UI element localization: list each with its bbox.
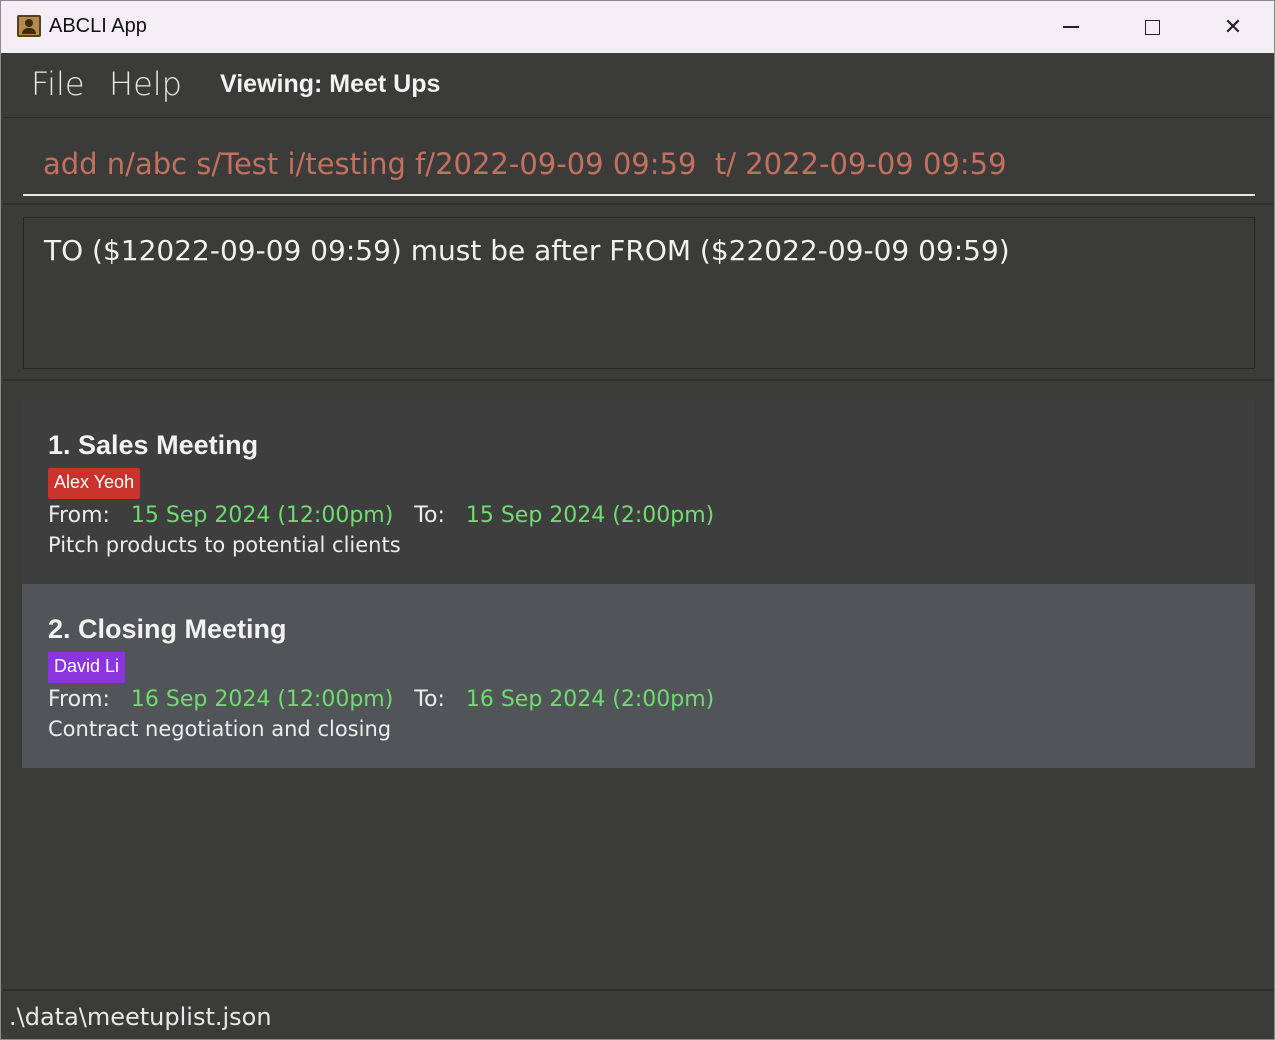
- meetup-title: 1. Sales Meeting: [48, 430, 259, 460]
- person-tag: David Li: [48, 652, 126, 683]
- meetup-list[interactable]: 1. Sales Meeting Alex Yeoh From: 15 Sep …: [3, 383, 1273, 987]
- maximize-button[interactable]: [1112, 1, 1192, 53]
- meetup-description: Pitch products to potential clients: [48, 533, 401, 557]
- person-tag: Alex Yeoh: [48, 468, 141, 499]
- from-value: 15 Sep 2024 (12:00pm): [130, 503, 394, 528]
- to-label: To:: [414, 503, 445, 528]
- menu-file[interactable]: File: [31, 65, 85, 103]
- app-window: ABCLI App ✕ File Help Viewing: Meet Ups …: [0, 0, 1275, 1040]
- result-display-panel: TO ($12022-09-09 09:59) must be after FR…: [3, 207, 1273, 381]
- to-value: 16 Sep 2024 (2:00pm): [465, 687, 715, 712]
- minimize-icon: [1063, 26, 1079, 28]
- viewing-label: Viewing: Meet Ups: [220, 70, 441, 98]
- close-button[interactable]: ✕: [1193, 1, 1273, 53]
- meetup-time-row: From: 16 Sep 2024 (12:00pm) To: 16 Sep 2…: [48, 687, 714, 712]
- from-label: From:: [48, 687, 110, 712]
- menu-bar: File Help Viewing: Meet Ups: [3, 53, 1273, 116]
- command-box: [3, 117, 1273, 205]
- to-value: 15 Sep 2024 (2:00pm): [465, 503, 715, 528]
- menu-help[interactable]: Help: [109, 65, 182, 103]
- status-bar: .\data\meetuplist.json: [3, 989, 1273, 1039]
- meetup-card[interactable]: 2. Closing Meeting David Li From: 16 Sep…: [22, 584, 1255, 768]
- meetup-card[interactable]: 1. Sales Meeting Alex Yeoh From: 15 Sep …: [22, 400, 1255, 584]
- title-bar[interactable]: ABCLI App ✕: [1, 1, 1274, 53]
- result-display[interactable]: TO ($12022-09-09 09:59) must be after FR…: [23, 217, 1255, 369]
- to-label: To:: [414, 687, 445, 712]
- from-value: 16 Sep 2024 (12:00pm): [130, 687, 394, 712]
- from-label: From:: [48, 503, 110, 528]
- command-input[interactable]: [23, 134, 1255, 196]
- file-path: .\data\meetuplist.json: [9, 1003, 272, 1031]
- app-contacts-icon: [17, 15, 41, 37]
- minimize-button[interactable]: [1031, 1, 1111, 53]
- close-icon: ✕: [1223, 14, 1243, 39]
- result-message: TO ($12022-09-09 09:59) must be after FR…: [44, 234, 1010, 267]
- maximize-icon: [1144, 19, 1160, 35]
- meetup-description: Contract negotiation and closing: [48, 717, 392, 741]
- window-title: ABCLI App: [49, 15, 147, 37]
- meetup-title: 2. Closing Meeting: [48, 614, 287, 644]
- meetup-time-row: From: 15 Sep 2024 (12:00pm) To: 15 Sep 2…: [48, 503, 714, 528]
